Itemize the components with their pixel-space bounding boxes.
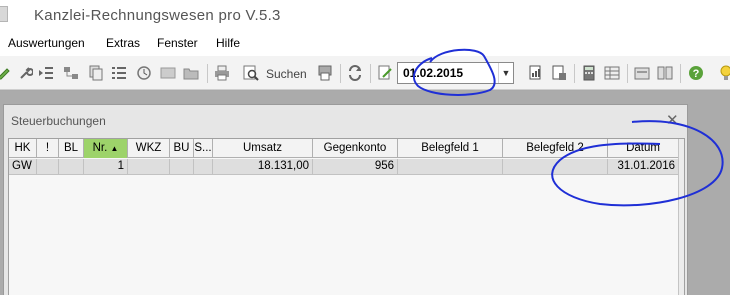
- document-edit-icon[interactable]: [377, 65, 393, 81]
- cell-umsatz: 18.131,00: [213, 159, 313, 175]
- folder-icon[interactable]: [183, 65, 199, 81]
- clock-icon[interactable]: [136, 65, 152, 81]
- title-bar: Kanzlei-Rechnungswesen pro V.5.3: [0, 0, 730, 32]
- column-header-gegenkonto[interactable]: Gegenkonto: [313, 139, 398, 158]
- window-title: Kanzlei-Rechnungswesen pro V.5.3: [34, 7, 281, 24]
- column-header-wkz[interactable]: WKZ: [128, 139, 170, 158]
- column-header-flag[interactable]: !: [37, 139, 59, 158]
- date-combobox[interactable]: 01.02.2015 ▼: [397, 62, 514, 84]
- steuerbuchungen-dialog: Steuerbuchungen ✕ HK ! BL Nr. ▲ WKZ BU S…: [3, 104, 688, 295]
- window-icon[interactable]: [160, 65, 176, 81]
- cell-bu: [170, 159, 194, 175]
- table-icon[interactable]: [604, 65, 620, 81]
- vertical-scrollbar[interactable]: [678, 139, 684, 295]
- bookings-table: HK ! BL Nr. ▲ WKZ BU S... Umsatz Gegenko…: [8, 138, 685, 295]
- indent-icon[interactable]: [38, 65, 54, 81]
- lightbulb-icon[interactable]: [718, 65, 730, 81]
- column-header-datum[interactable]: Datum: [608, 139, 679, 158]
- help-icon[interactable]: ?: [688, 65, 704, 81]
- toolbar-separator: [627, 64, 628, 83]
- print-icon[interactable]: [214, 65, 230, 81]
- cell-wkz: [128, 159, 170, 175]
- column-header-bl[interactable]: BL: [59, 139, 84, 158]
- search-button[interactable]: Suchen: [266, 67, 307, 81]
- app-icon: [0, 6, 8, 22]
- dialog-title: Steuerbuchungen: [11, 114, 106, 128]
- menu-extras[interactable]: Extras: [106, 36, 140, 50]
- edit-icon[interactable]: [0, 65, 12, 81]
- list-icon[interactable]: [111, 65, 127, 81]
- cell-gegenkonto: 956: [313, 159, 398, 175]
- menu-fenster[interactable]: Fenster: [157, 36, 198, 50]
- cell-nr: 1: [84, 159, 128, 175]
- cell-bl: [59, 159, 84, 175]
- search-icon[interactable]: [243, 65, 259, 81]
- report-icon[interactable]: [528, 65, 544, 81]
- cell-belegfeld1: [398, 159, 503, 175]
- copy-icon[interactable]: [88, 65, 104, 81]
- toolbar-separator: [340, 64, 341, 83]
- column-header-nr[interactable]: Nr. ▲: [84, 139, 128, 158]
- menu-bar: Auswertungen Extras Fenster Hilfe: [0, 32, 730, 56]
- column-header-hk[interactable]: HK: [9, 139, 37, 158]
- column-header-nr-label: Nr.: [92, 142, 108, 154]
- book-icon[interactable]: [657, 65, 673, 81]
- column-header-s[interactable]: S...: [194, 139, 213, 158]
- cabinet-icon[interactable]: [634, 65, 650, 81]
- cell-flag: [37, 159, 59, 175]
- print-preview-icon[interactable]: [317, 65, 333, 81]
- table-row[interactable]: GW 1 18.131,00 956 31.01.2016: [9, 159, 679, 175]
- toolbar-separator: [574, 64, 575, 83]
- toolbar-separator: [370, 64, 371, 83]
- column-header-bu[interactable]: BU: [170, 139, 194, 158]
- table-header: HK ! BL Nr. ▲ WKZ BU S... Umsatz Gegenko…: [9, 139, 679, 158]
- cell-s: [194, 159, 213, 175]
- cell-datum: 31.01.2016: [608, 159, 679, 175]
- svg-text:?: ?: [693, 68, 700, 80]
- structure-icon[interactable]: [63, 65, 79, 81]
- toolbar-separator: [207, 64, 208, 83]
- toolbar: Suchen 01.02.2015 ▼ ?: [0, 56, 730, 90]
- toolbar-separator: [680, 64, 681, 83]
- close-icon[interactable]: ✕: [666, 111, 679, 129]
- menu-auswertungen[interactable]: Auswertungen: [8, 36, 85, 50]
- cell-hk: GW: [9, 159, 37, 175]
- menu-hilfe[interactable]: Hilfe: [216, 36, 240, 50]
- column-header-umsatz[interactable]: Umsatz: [213, 139, 313, 158]
- refresh-icon[interactable]: [347, 65, 363, 81]
- chevron-down-icon[interactable]: ▼: [498, 63, 513, 83]
- column-header-belegfeld1[interactable]: Belegfeld 1: [398, 139, 503, 158]
- sort-ascending-icon: ▲: [110, 144, 119, 153]
- cell-belegfeld2: [503, 159, 608, 175]
- calculator-icon[interactable]: [581, 65, 597, 81]
- report-list-icon[interactable]: [551, 65, 567, 81]
- wrench-icon[interactable]: [17, 65, 33, 81]
- date-value[interactable]: 01.02.2015: [403, 66, 463, 80]
- column-header-belegfeld2[interactable]: Belegfeld 2: [503, 139, 608, 158]
